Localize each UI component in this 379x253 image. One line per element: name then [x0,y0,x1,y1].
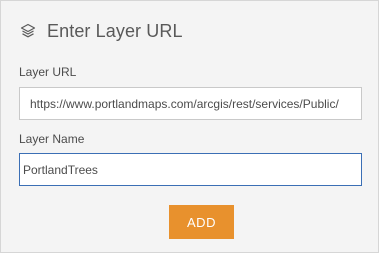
panel-title: Enter Layer URL [47,20,183,41]
layers-icon [19,22,37,40]
panel-header: Enter Layer URL [19,19,183,43]
layer-name-input[interactable] [19,153,362,186]
add-layer-panel: Enter Layer URL Layer URL Layer Name ADD [0,0,379,253]
layer-url-label: Layer URL [19,65,77,79]
layer-url-input[interactable] [19,87,362,120]
add-button[interactable]: ADD [169,205,234,239]
layer-name-label: Layer Name [19,132,85,146]
